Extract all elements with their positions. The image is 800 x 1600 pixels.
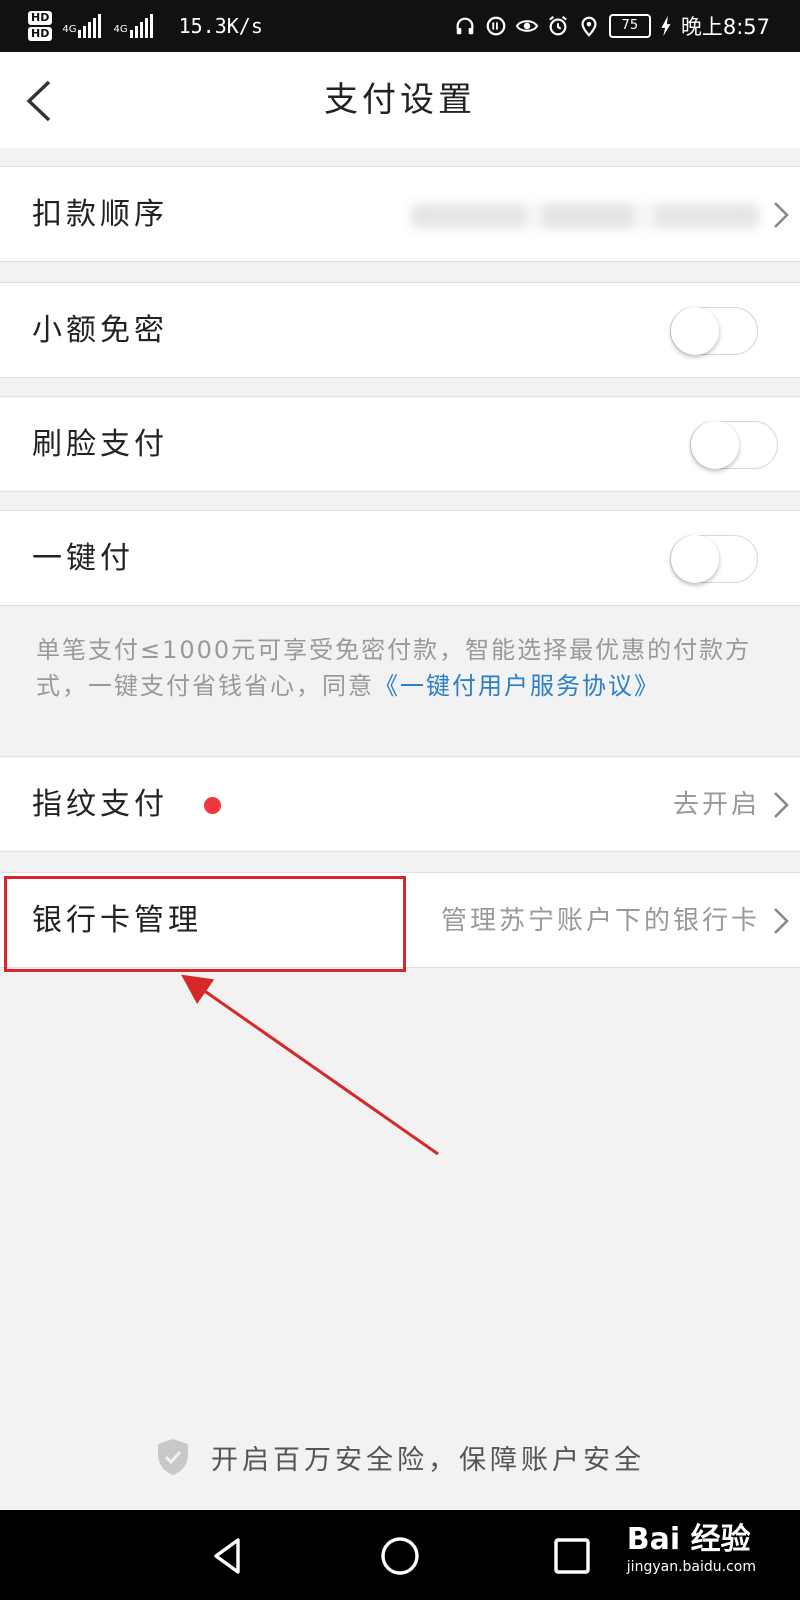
nav-header: 支付设置 bbox=[0, 52, 800, 148]
small-no-password-toggle[interactable] bbox=[670, 307, 758, 355]
bank-card-value: 管理苏宁账户下的银行卡 bbox=[440, 906, 760, 936]
fingerprint-pay-value: 去开启 bbox=[672, 790, 760, 820]
hd-badges: HD HD bbox=[28, 11, 53, 41]
baidu-watermark: Bai 经验 jingyan.baidu.com bbox=[627, 1522, 756, 1576]
hd-badge-1: HD bbox=[28, 11, 53, 25]
one-click-agreement-link[interactable]: 《一键付用户服务协议》 bbox=[374, 672, 660, 700]
eye-icon bbox=[515, 20, 538, 32]
signal-2-label: 4G bbox=[113, 24, 128, 35]
face-pay-toggle[interactable] bbox=[690, 421, 778, 469]
watermark-main: Bai 经验 bbox=[626, 1522, 751, 1557]
hd-call-icon bbox=[486, 16, 506, 36]
status-left: HD HD 4G 4G 15.3K/s bbox=[28, 0, 263, 52]
nav-back-icon[interactable] bbox=[204, 1532, 252, 1580]
footer-safety: 开启百万安全险，保障账户安全 bbox=[0, 1432, 800, 1482]
signal-1-label: 4G bbox=[62, 24, 77, 35]
chevron-right-icon bbox=[774, 202, 789, 228]
status-right: 75 晚上8:57 bbox=[454, 0, 770, 52]
deduct-order-value-blurred bbox=[410, 203, 760, 229]
one-click-pay-label: 一键付 bbox=[32, 541, 134, 576]
small-no-password-row: 小额免密 bbox=[0, 282, 800, 378]
chevron-right-icon bbox=[774, 908, 789, 934]
one-click-pay-note: 单笔支付≤1000元可享受免密付款，智能选择最优惠的付款方式，一键支付省钱省心，… bbox=[36, 632, 756, 704]
new-badge-dot bbox=[204, 797, 221, 814]
deduct-order-row[interactable]: 扣款顺序 bbox=[0, 166, 800, 262]
headphones-icon bbox=[456, 17, 474, 35]
page-title: 支付设置 bbox=[324, 80, 476, 120]
nav-home-icon[interactable] bbox=[376, 1532, 424, 1580]
deduct-order-label: 扣款顺序 bbox=[32, 197, 168, 232]
face-pay-row: 刷脸支付 bbox=[0, 396, 800, 492]
alarm-icon bbox=[548, 16, 567, 36]
fingerprint-pay-label: 指纹支付 bbox=[32, 787, 168, 822]
footer-safety-text: 开启百万安全险，保障账户安全 bbox=[211, 1444, 645, 1476]
watermark-sub: jingyan.baidu.com bbox=[626, 1559, 756, 1575]
location-icon bbox=[581, 16, 597, 37]
status-bar: HD HD 4G 4G 15.3K/s 75 晚上8:57 bbox=[0, 0, 800, 52]
one-click-pay-toggle[interactable] bbox=[670, 535, 758, 583]
one-click-pay-row: 一键付 bbox=[0, 510, 800, 606]
face-pay-label: 刷脸支付 bbox=[32, 427, 168, 462]
shield-check-icon bbox=[158, 1439, 188, 1475]
battery-indicator: 75 bbox=[608, 14, 651, 38]
annotation-highlight-box bbox=[4, 876, 406, 972]
system-nav-bar: Bai 经验 jingyan.baidu.com bbox=[0, 1510, 800, 1600]
hd-badge-2: HD bbox=[28, 27, 53, 41]
fingerprint-pay-row[interactable]: 指纹支付 去开启 bbox=[0, 756, 800, 852]
charging-icon bbox=[661, 15, 671, 37]
signal-1-icon: 4G bbox=[62, 14, 103, 38]
small-no-password-label: 小额免密 bbox=[32, 313, 168, 348]
nav-recents-icon[interactable] bbox=[548, 1532, 596, 1580]
chevron-right-icon bbox=[774, 792, 789, 818]
clock: 晚上8:57 bbox=[680, 15, 770, 39]
network-speed: 15.3K/s bbox=[178, 14, 263, 38]
signal-2-icon: 4G bbox=[113, 14, 154, 38]
